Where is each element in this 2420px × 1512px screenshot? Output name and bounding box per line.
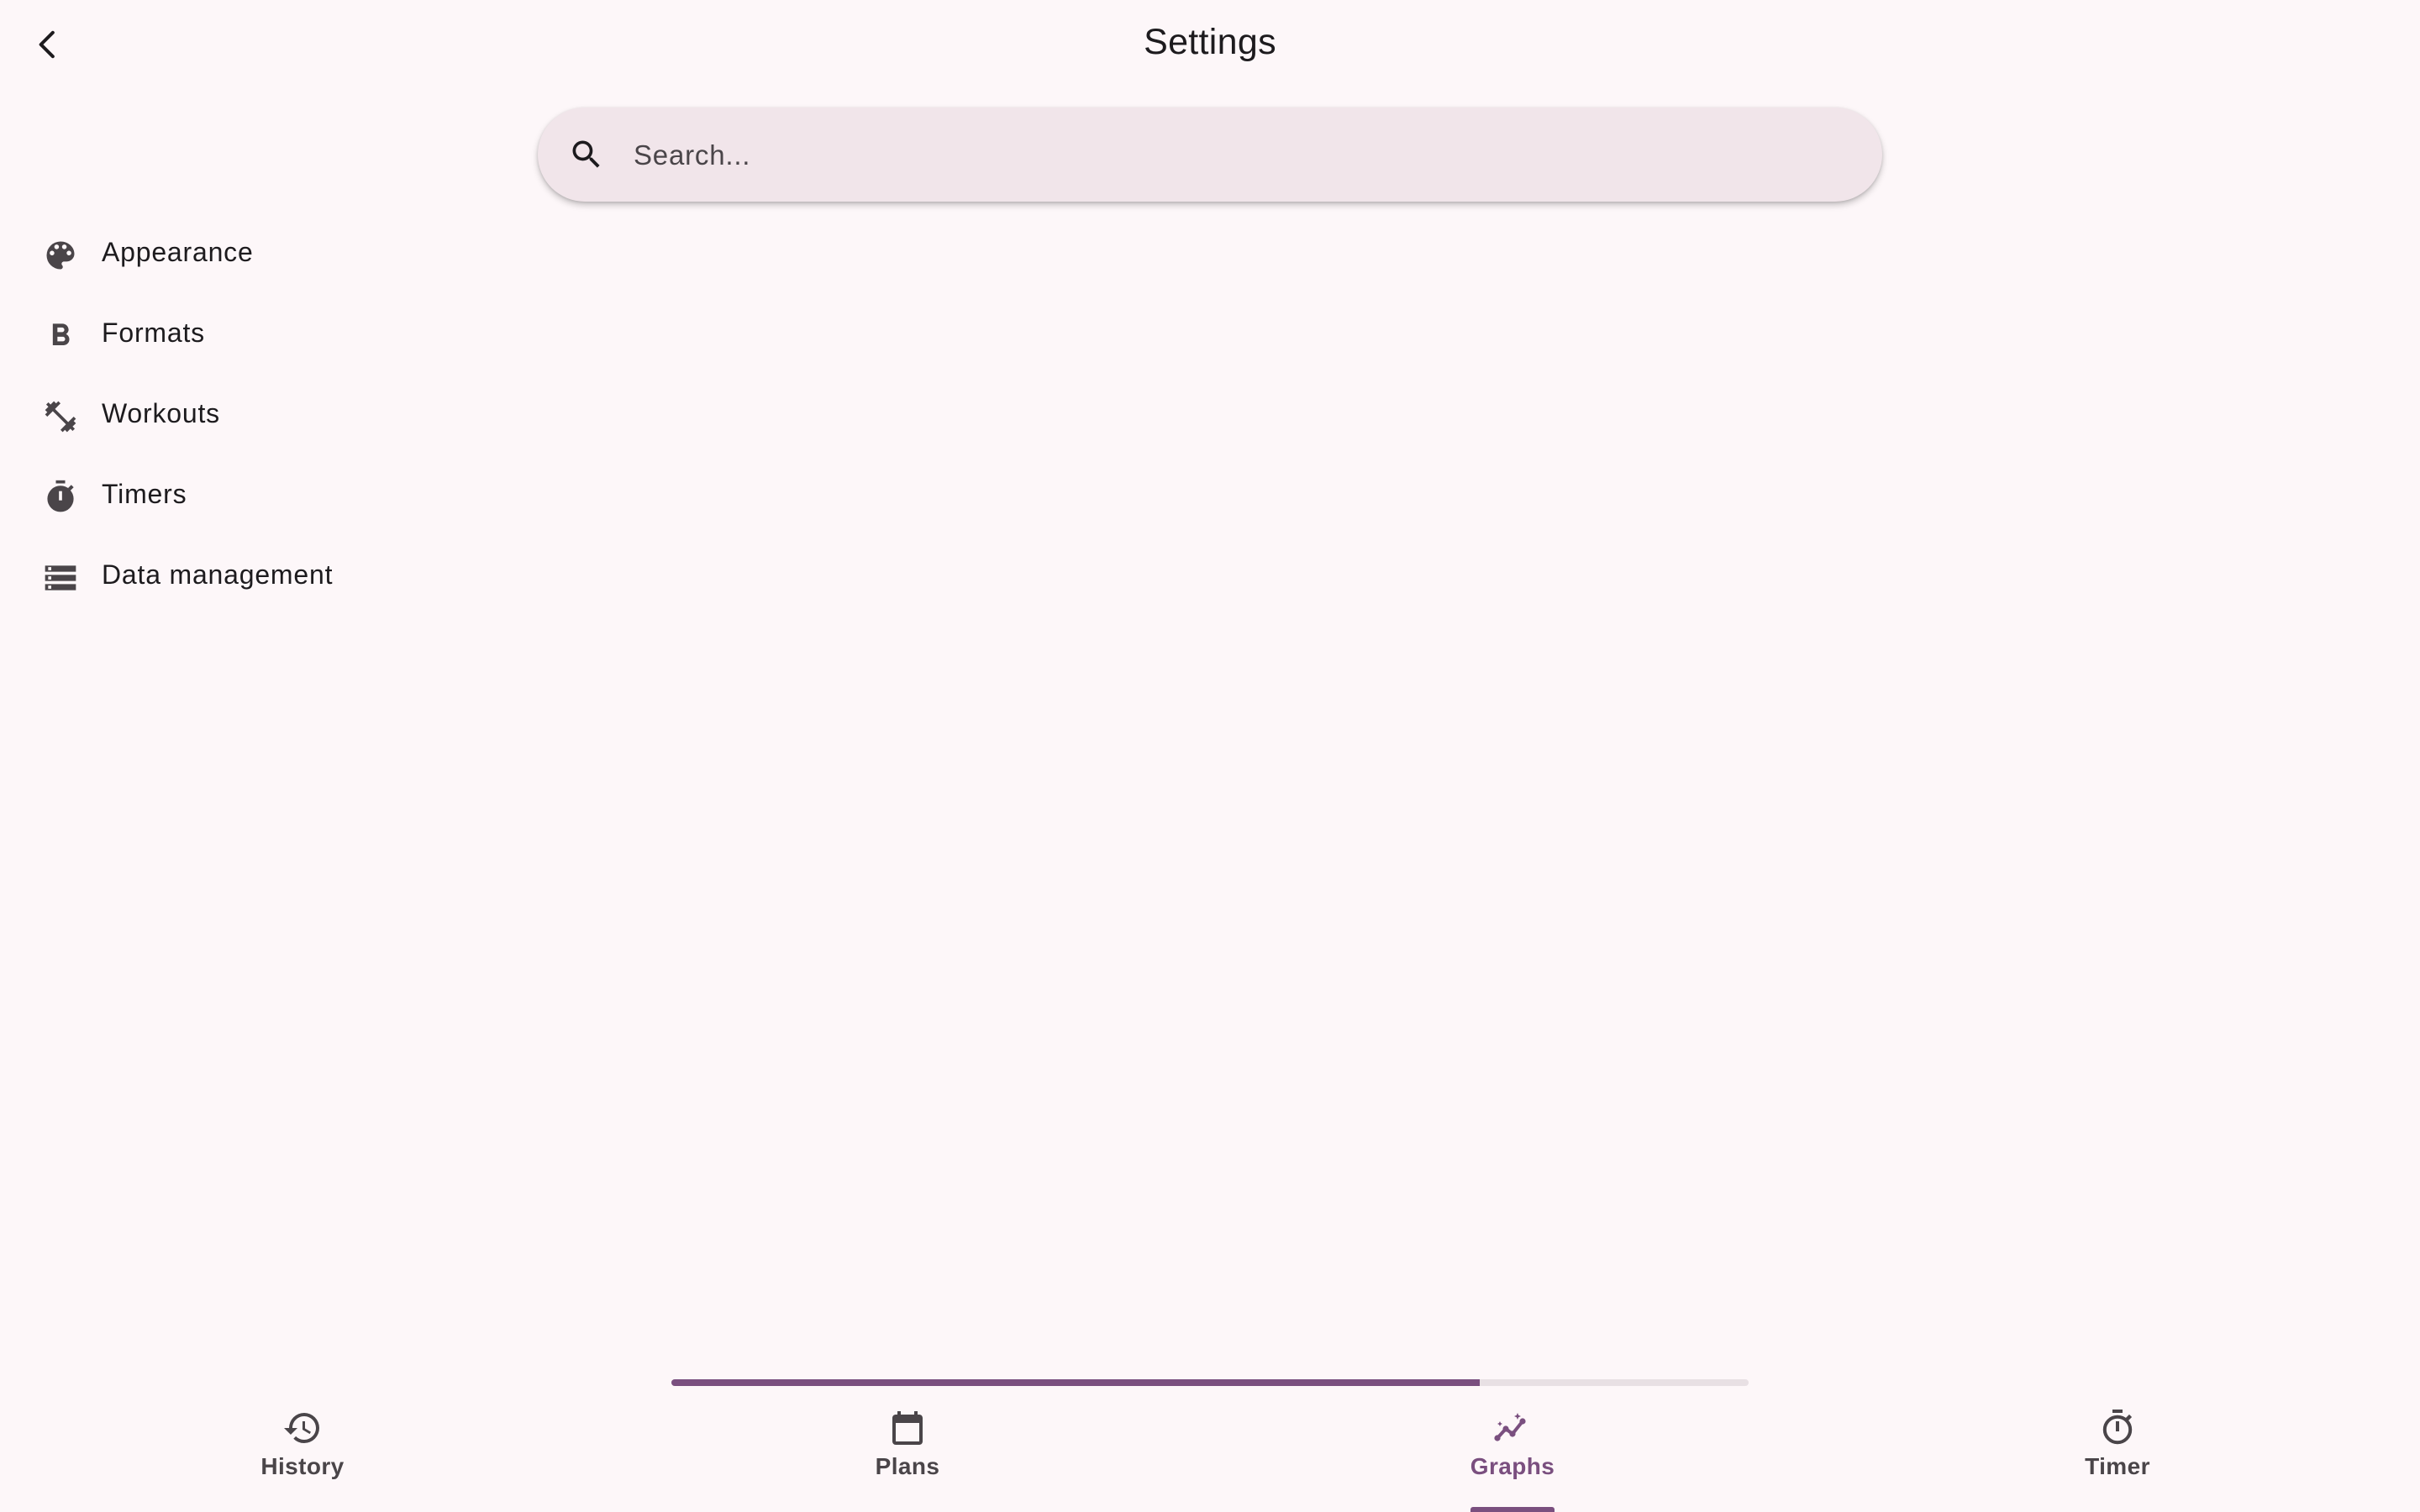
active-tab-indicator [1470,1507,1555,1512]
timer-icon [2102,1410,2133,1445]
palette-icon [40,235,81,276]
sidebar-item-label: Timers [102,479,187,509]
search-bar[interactable] [538,108,1882,202]
sidebar-item-workouts[interactable]: Workouts [0,376,471,457]
dumbbell-icon [40,396,81,437]
sidebar-item-label: Data management [102,559,334,590]
insights-icon [1494,1413,1526,1441]
search-input[interactable] [632,129,1845,181]
history-icon [284,1413,319,1443]
nav-item-plans[interactable]: Plans [605,1394,1210,1512]
settings-sidebar: Appearance Formats Workouts Timers Data … [0,215,471,618]
nav-item-label: Plans [875,1453,940,1479]
bottom-navigation: History Plans Graphs Timer [0,1394,2420,1512]
nav-item-history[interactable]: History [0,1394,605,1512]
sidebar-item-data-management[interactable]: Data management [0,538,471,618]
timer-icon [40,477,81,517]
calendar-icon [892,1411,923,1445]
nav-item-label: History [260,1453,345,1479]
sidebar-item-timers[interactable]: Timers [0,457,471,538]
sidebar-item-appearance[interactable]: Appearance [0,215,471,296]
settings-screen: Settings Appearance Formats [0,0,2420,1512]
storage-icon [40,558,81,598]
search-icon[interactable] [568,136,605,173]
nav-item-timer[interactable]: Timer [1815,1394,2420,1512]
page-title: Settings [1144,22,1276,62]
sidebar-item-label: Appearance [102,237,254,267]
sidebar-item-label: Formats [102,318,205,348]
nav-item-graphs[interactable]: Graphs [1210,1394,1815,1512]
progress-bar-fill [671,1379,1480,1386]
sidebar-item-label: Workouts [102,398,220,428]
progress-bar [671,1379,1749,1386]
bold-b-icon [40,316,81,356]
nav-item-label: Graphs [1470,1453,1555,1479]
sidebar-item-formats[interactable]: Formats [0,296,471,376]
nav-item-label: Timer [2085,1453,2150,1479]
